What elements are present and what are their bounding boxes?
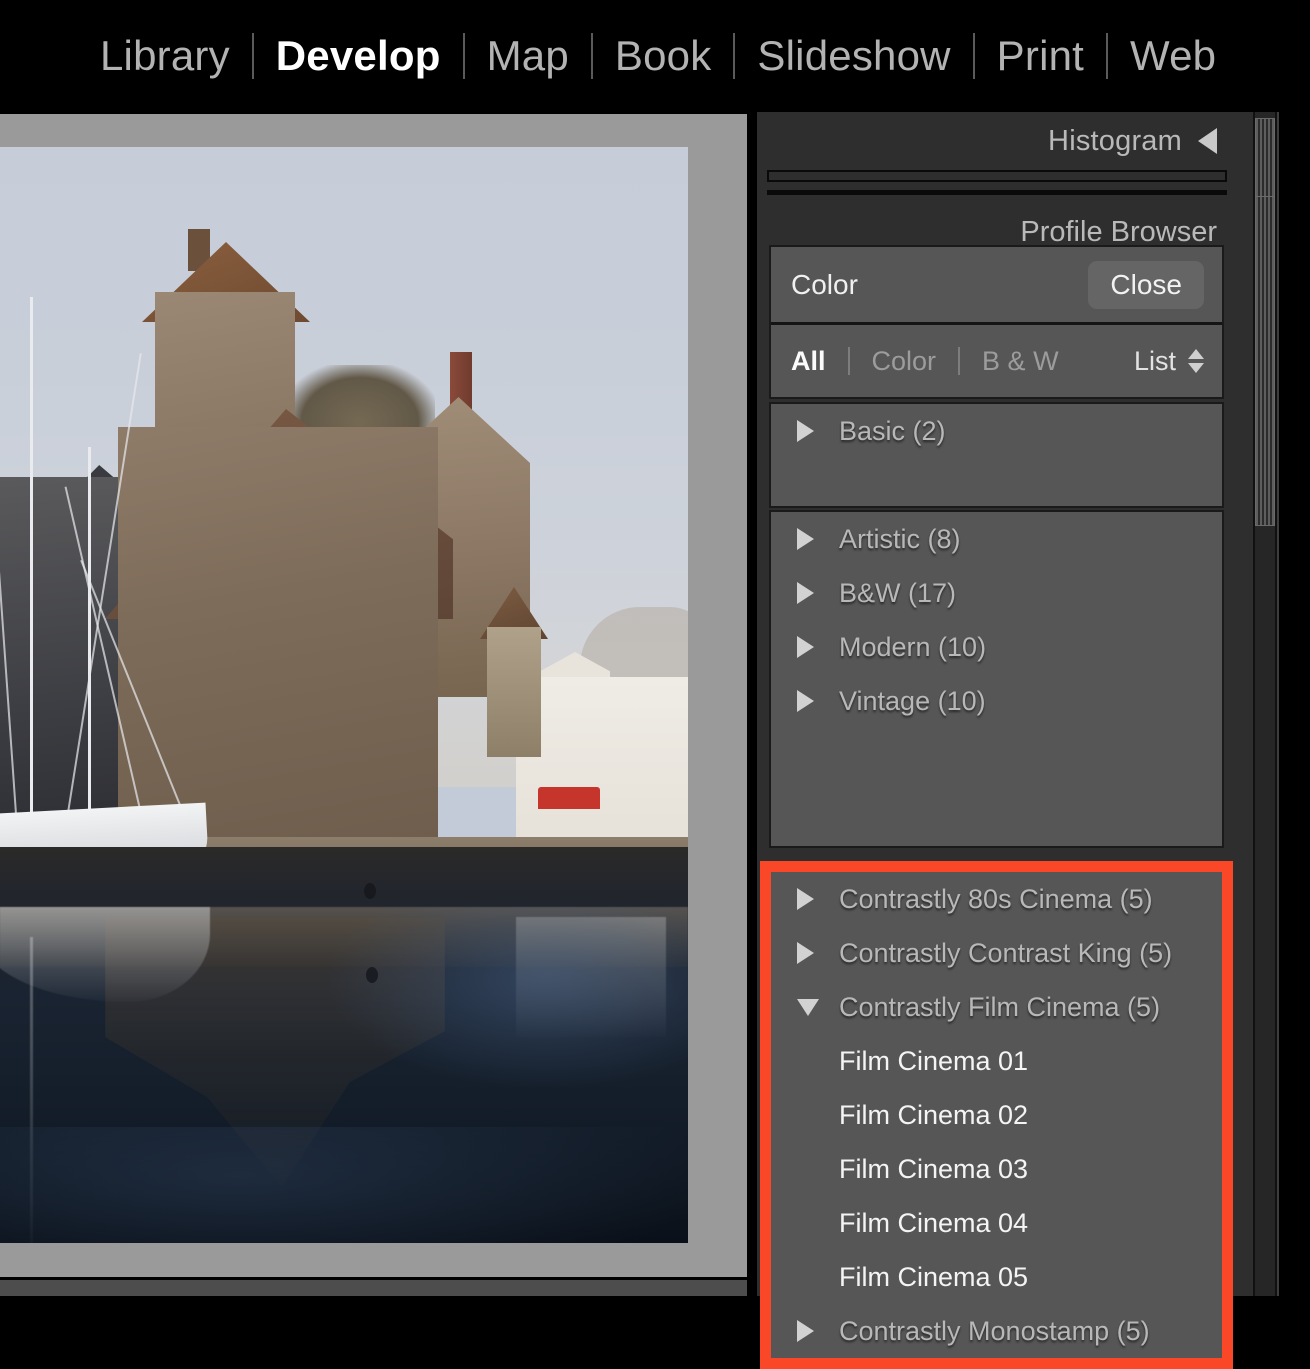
module-library[interactable]: Library [78, 35, 252, 77]
profile-browser-controls: Color Close All Color B & W List [769, 245, 1224, 399]
profile-browser-title: Profile Browser [1020, 215, 1217, 248]
module-web[interactable]: Web [1108, 35, 1238, 77]
panel-scrollbar-thumb[interactable] [1255, 196, 1275, 526]
profile-group-basic[interactable]: Basic (2) [771, 404, 1222, 458]
triangle-right-icon[interactable] [797, 528, 823, 550]
photo-water-highlight [330, 907, 688, 1087]
histogram-collapsed-strip [767, 170, 1227, 182]
triangle-right-icon[interactable] [797, 582, 823, 604]
profile-group-stock-box: Artistic (8) B&W (17) Modern (10) Vintag… [769, 510, 1224, 848]
module-book[interactable]: Book [593, 35, 734, 77]
view-mode-label: List [1133, 345, 1176, 376]
highlight-annotation-box [760, 861, 1233, 1369]
histogram-header[interactable]: Histogram [757, 112, 1233, 170]
close-button[interactable]: Close [1088, 260, 1204, 309]
panel-collapse-strip[interactable] [1279, 112, 1310, 1296]
triangle-right-icon[interactable] [797, 420, 823, 442]
profile-group-label: Artistic (8) [839, 523, 961, 554]
panel-divider [767, 190, 1227, 195]
profile-filter-row: All Color B & W List [771, 325, 1222, 397]
profile-group-label: Basic (2) [839, 415, 946, 446]
profile-group-modern[interactable]: Modern (10) [771, 620, 1222, 674]
filter-bw[interactable]: B & W [982, 346, 1059, 377]
profile-group-basic-box: Basic (2) [769, 402, 1224, 508]
filter-color[interactable]: Color [872, 346, 937, 377]
photo-buoy-1 [364, 883, 376, 899]
module-slideshow[interactable]: Slideshow [735, 35, 972, 77]
content-area [0, 112, 753, 1296]
module-develop[interactable]: Develop [254, 35, 463, 77]
right-panel: Histogram Profile Browser Color Close Al… [757, 112, 1255, 1369]
current-profile-label: Color [791, 268, 858, 300]
profile-group-vintage[interactable]: Vintage (10) [771, 674, 1222, 728]
profile-group-label: B&W (17) [839, 577, 957, 608]
filter-separator [958, 347, 961, 375]
stepper-updown-icon[interactable] [1188, 349, 1204, 373]
photo-mast-1 [30, 297, 33, 857]
photo-mast-2 [88, 447, 91, 857]
profile-current-row: Color Close [771, 247, 1222, 325]
photo-red-awning [538, 787, 600, 809]
photo-buoy-2 [366, 967, 378, 983]
triangle-right-icon[interactable] [797, 690, 823, 712]
histogram-title: Histogram [1048, 124, 1182, 157]
profile-group-label: Vintage (10) [839, 685, 986, 716]
filter-all[interactable]: All [791, 346, 826, 377]
stage-backdrop [0, 114, 747, 1277]
image-stage[interactable] [0, 114, 751, 1277]
triangle-right-icon[interactable] [797, 636, 823, 658]
stepper-down-icon [1188, 363, 1204, 373]
photo-preview[interactable] [0, 147, 688, 1243]
module-map[interactable]: Map [465, 35, 591, 77]
triangle-left-icon[interactable] [1198, 128, 1217, 154]
view-mode-control[interactable]: List [1134, 346, 1204, 377]
toolbar-strip[interactable] [0, 1280, 751, 1296]
photo-turret [487, 627, 541, 757]
lightroom-window: Library Develop Map Book Slideshow Print… [0, 0, 1310, 1369]
photo-main-house [118, 427, 438, 857]
profile-group-bw[interactable]: B&W (17) [771, 566, 1222, 620]
filter-separator [847, 347, 850, 375]
module-picker-bar: Library Develop Map Book Slideshow Print… [0, 0, 1310, 112]
stepper-up-icon [1188, 349, 1204, 359]
profile-group-label: Modern (10) [839, 631, 987, 662]
profile-group-artistic[interactable]: Artistic (8) [771, 512, 1222, 566]
photo-water-highlight-2 [0, 1127, 688, 1243]
module-print[interactable]: Print [975, 35, 1106, 77]
